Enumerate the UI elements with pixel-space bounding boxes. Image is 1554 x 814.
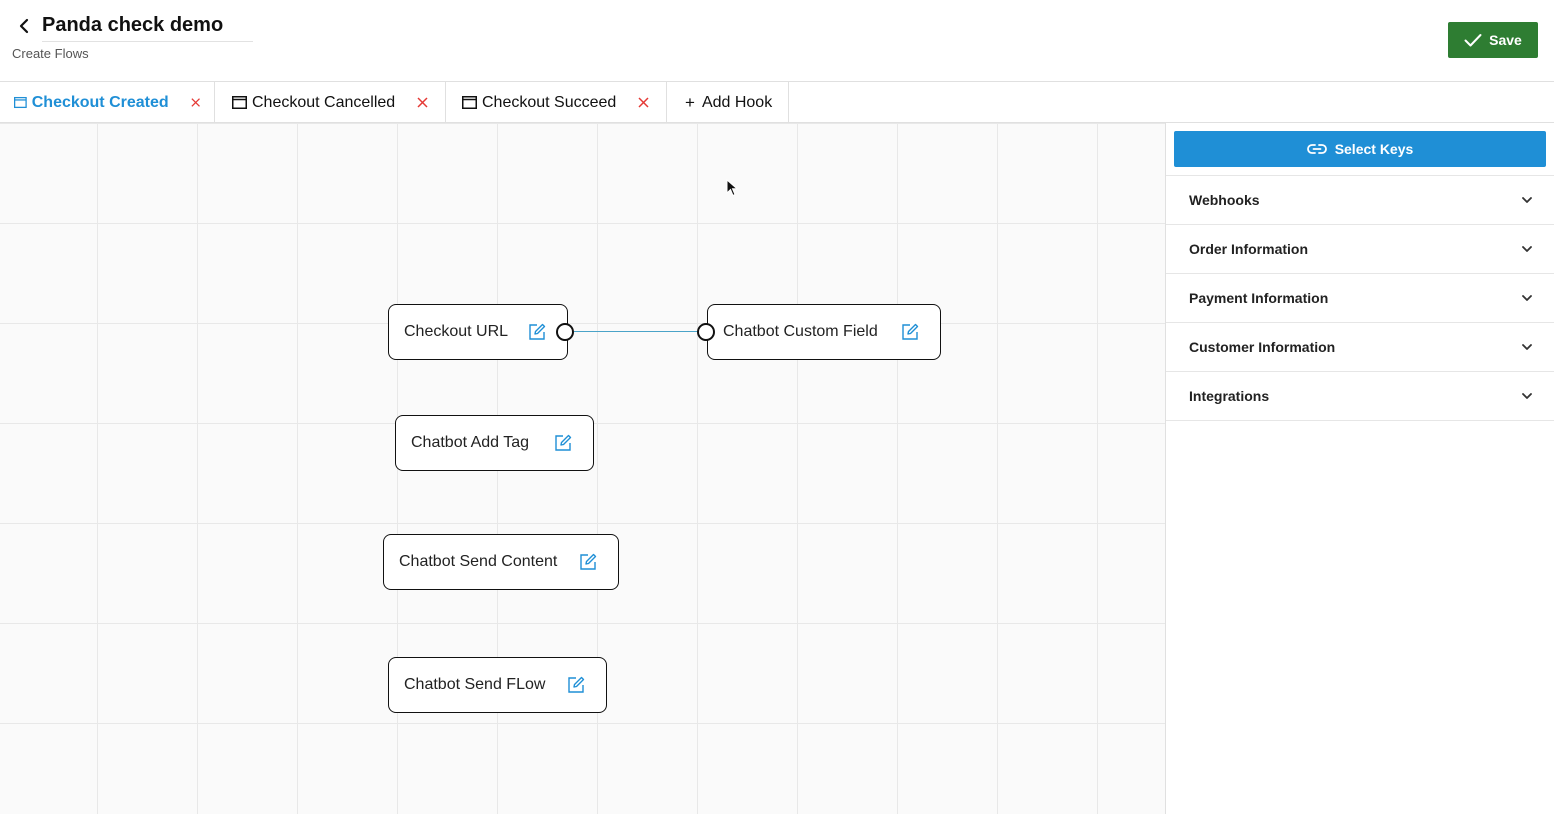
chevron-down-icon bbox=[1522, 246, 1532, 252]
tab-checkout-cancelled[interactable]: Checkout Cancelled bbox=[215, 82, 446, 123]
chevron-down-icon bbox=[1522, 393, 1532, 399]
tab-label: Checkout Created bbox=[31, 93, 169, 111]
edit-icon[interactable] bbox=[567, 676, 585, 694]
accordion-webhooks[interactable]: Webhooks bbox=[1166, 176, 1554, 225]
node-label: Checkout URL bbox=[404, 323, 509, 340]
mouse-cursor-icon bbox=[726, 179, 738, 197]
node-label: Chatbot Send Content bbox=[399, 553, 558, 570]
close-icon[interactable] bbox=[638, 97, 649, 108]
save-button[interactable]: Save bbox=[1448, 22, 1538, 58]
flow-canvas[interactable]: Checkout URL Chatbot Custom Field Chatbo… bbox=[0, 123, 1165, 814]
node-label: Chatbot Add Tag bbox=[411, 434, 530, 451]
tab-checkout-succeed[interactable]: Checkout Succeed bbox=[446, 82, 667, 123]
page-title: Panda check demo bbox=[42, 14, 253, 42]
add-hook-button[interactable]: + Add Hook bbox=[667, 82, 790, 123]
window-icon bbox=[462, 96, 477, 109]
edit-icon[interactable] bbox=[554, 434, 572, 452]
tab-label: Checkout Succeed bbox=[482, 93, 617, 111]
keys-accordion: Webhooks Order Information Payment Infor… bbox=[1166, 175, 1554, 421]
node-output-handle[interactable] bbox=[556, 323, 574, 341]
close-icon[interactable] bbox=[417, 97, 428, 108]
chevron-down-icon bbox=[1522, 197, 1532, 203]
accordion-payment-information[interactable]: Payment Information bbox=[1166, 274, 1554, 323]
flow-connector[interactable] bbox=[574, 331, 698, 332]
edit-icon[interactable] bbox=[528, 323, 546, 341]
save-button-label: Save bbox=[1489, 32, 1522, 48]
chevron-down-icon bbox=[1522, 295, 1532, 301]
tab-checkout-created[interactable]: Checkout Created bbox=[0, 82, 215, 123]
node-input-handle[interactable] bbox=[697, 323, 715, 341]
select-keys-button[interactable]: Select Keys bbox=[1174, 131, 1546, 167]
chevron-down-icon bbox=[1522, 344, 1532, 350]
accordion-customer-information[interactable]: Customer Information bbox=[1166, 323, 1554, 372]
hook-tabbar: Checkout Created Checkout Cancelled Chec… bbox=[0, 81, 1554, 123]
plus-icon: + bbox=[685, 92, 695, 112]
accordion-integrations[interactable]: Integrations bbox=[1166, 372, 1554, 421]
keys-sidebar: Select Keys Webhooks Order Information P… bbox=[1165, 123, 1554, 814]
select-keys-label: Select Keys bbox=[1334, 141, 1414, 157]
edit-icon[interactable] bbox=[579, 553, 597, 571]
chevron-left-icon[interactable] bbox=[16, 17, 34, 35]
close-icon[interactable] bbox=[191, 97, 200, 108]
node-checkout-url[interactable]: Checkout URL bbox=[388, 304, 574, 360]
accordion-order-information[interactable]: Order Information bbox=[1166, 225, 1554, 274]
check-icon bbox=[1464, 34, 1482, 47]
window-icon bbox=[14, 96, 27, 109]
link-icon bbox=[1306, 144, 1327, 154]
accordion-label: Order Information bbox=[1189, 241, 1309, 257]
accordion-label: Customer Information bbox=[1189, 339, 1336, 355]
node-chatbot-custom-field[interactable]: Chatbot Custom Field bbox=[697, 304, 941, 360]
window-icon bbox=[232, 96, 247, 109]
node-label: Chatbot Custom Field bbox=[723, 323, 878, 340]
node-label: Chatbot Send FLow bbox=[404, 676, 546, 693]
accordion-label: Integrations bbox=[1189, 388, 1270, 404]
page-header: Panda check demo Create Flows Save bbox=[0, 0, 1554, 82]
page-subtitle: Create Flows bbox=[12, 46, 89, 61]
accordion-label: Payment Information bbox=[1189, 290, 1329, 306]
tab-label: Checkout Cancelled bbox=[252, 93, 396, 111]
accordion-label: Webhooks bbox=[1189, 192, 1260, 208]
node-chatbot-send-content[interactable]: Chatbot Send Content bbox=[383, 534, 619, 590]
node-chatbot-send-flow[interactable]: Chatbot Send FLow bbox=[388, 657, 607, 713]
add-hook-label: Add Hook bbox=[701, 93, 773, 111]
node-chatbot-add-tag[interactable]: Chatbot Add Tag bbox=[395, 415, 594, 471]
edit-icon[interactable] bbox=[901, 323, 919, 341]
